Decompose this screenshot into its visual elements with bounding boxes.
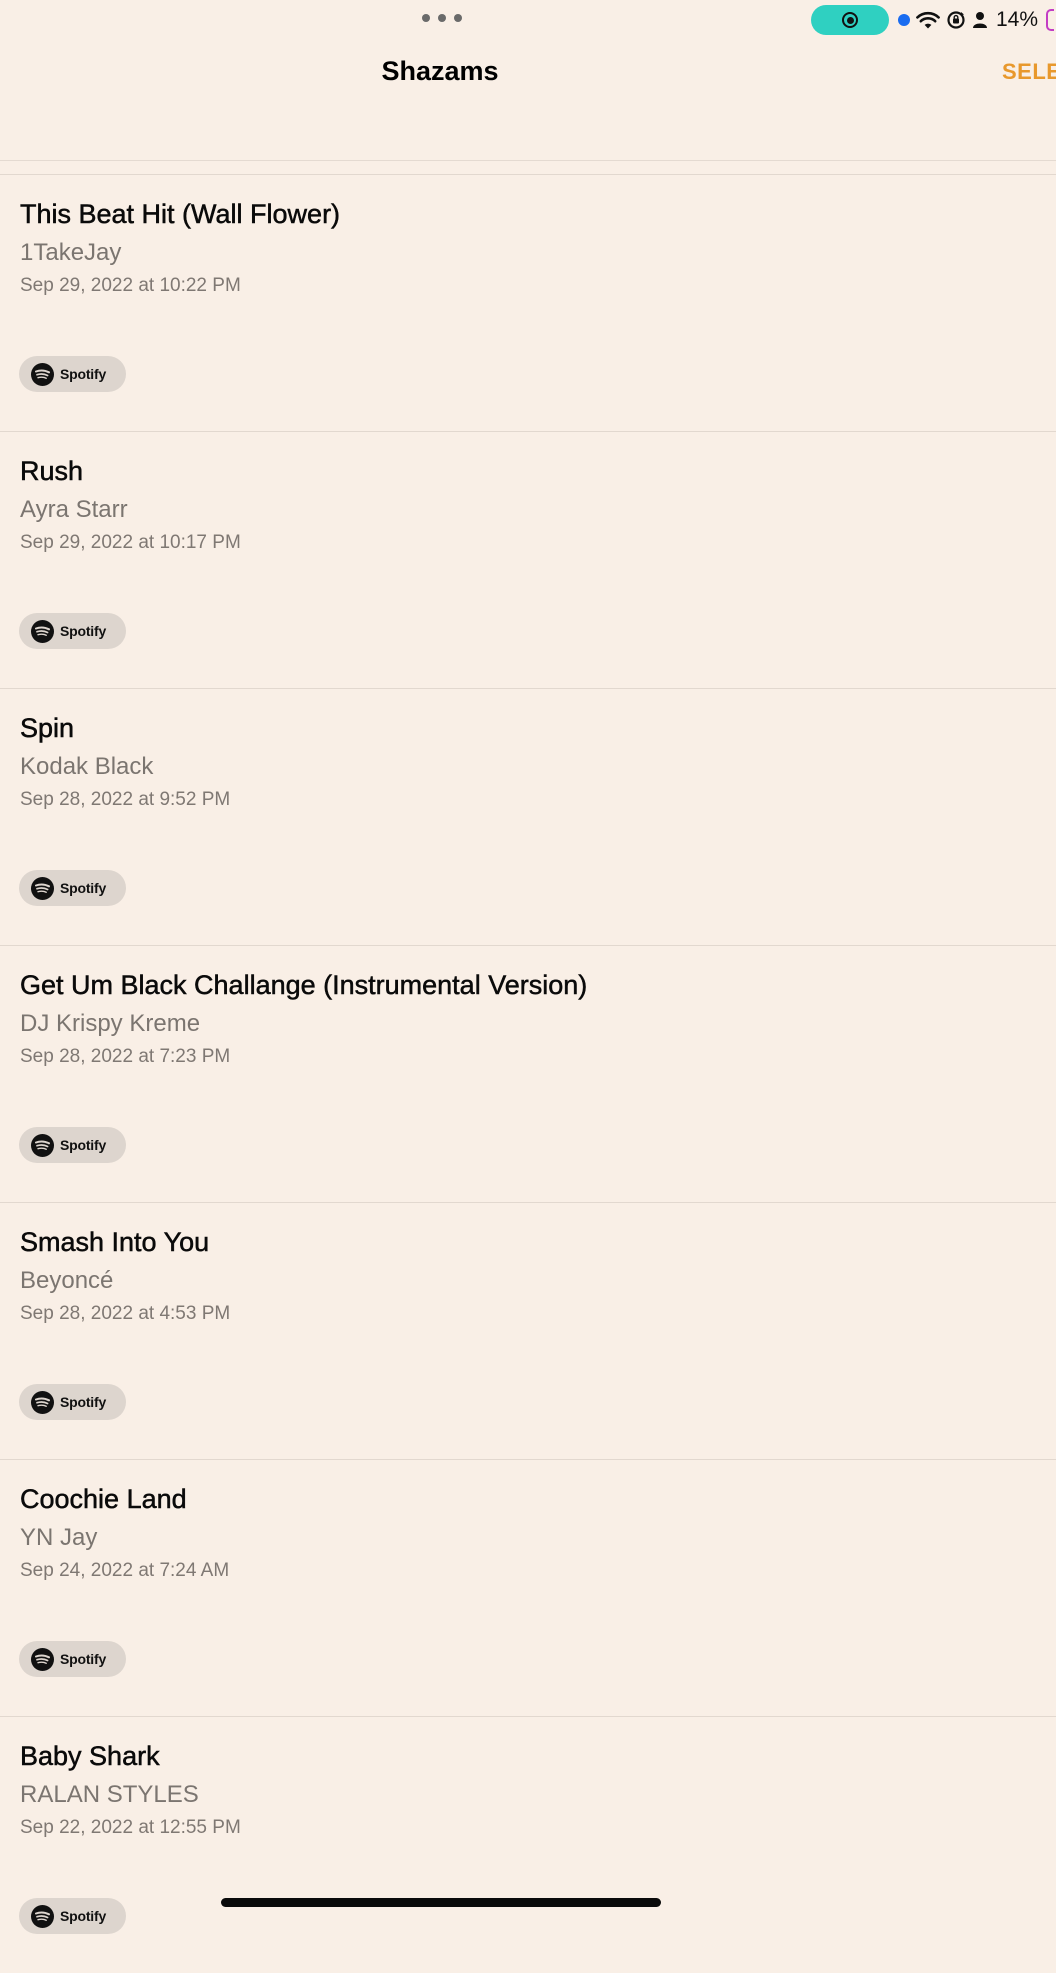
shazam-date: Sep 28, 2022 at 7:23 PM bbox=[20, 1046, 231, 1067]
shazam-date: Sep 29, 2022 at 10:22 PM bbox=[20, 275, 241, 296]
wifi-icon bbox=[916, 10, 940, 30]
select-button[interactable]: SELE bbox=[1002, 59, 1056, 85]
shazam-date: Sep 28, 2022 at 9:52 PM bbox=[20, 789, 231, 810]
song-title: Rush bbox=[20, 456, 84, 487]
shazam-date: Sep 29, 2022 at 10:17 PM bbox=[20, 532, 241, 553]
spotify-label: Spotify bbox=[60, 1137, 107, 1153]
shazam-row[interactable]: Coochie Land YN Jay Sep 24, 2022 at 7:24… bbox=[0, 1459, 1056, 1716]
shazam-row[interactable]: Baby Shark RALAN STYLES Sep 22, 2022 at … bbox=[0, 1716, 1056, 1973]
header-divider bbox=[0, 160, 1056, 161]
song-title: Baby Shark bbox=[20, 1741, 160, 1772]
open-in-spotify-button[interactable]: Spotify bbox=[19, 1384, 126, 1420]
song-title: Smash Into You bbox=[20, 1227, 210, 1258]
location-dot-icon bbox=[898, 14, 910, 26]
screen-record-indicator[interactable] bbox=[811, 5, 889, 35]
spotify-icon bbox=[31, 876, 54, 900]
song-artist: RALAN STYLES bbox=[20, 1781, 199, 1808]
spotify-icon bbox=[31, 1647, 54, 1671]
spotify-label: Spotify bbox=[60, 1651, 107, 1667]
spotify-label: Spotify bbox=[60, 366, 107, 382]
song-title: Spin bbox=[20, 713, 75, 744]
spotify-label: Spotify bbox=[60, 1394, 107, 1410]
song-artist: Beyoncé bbox=[20, 1267, 114, 1294]
shazam-row[interactable]: This Beat Hit (Wall Flower) 1TakeJay Sep… bbox=[0, 174, 1056, 431]
spotify-label: Spotify bbox=[60, 1908, 107, 1924]
song-title: Coochie Land bbox=[20, 1484, 187, 1515]
orientation-lock-icon bbox=[946, 10, 966, 30]
screen-record-icon bbox=[842, 12, 858, 28]
open-in-spotify-button[interactable]: Spotify bbox=[19, 1127, 126, 1163]
song-artist: 1TakeJay bbox=[20, 239, 122, 266]
spotify-icon bbox=[31, 1133, 54, 1157]
open-in-spotify-button[interactable]: Spotify bbox=[19, 613, 126, 649]
song-artist: Ayra Starr bbox=[20, 496, 128, 523]
spotify-icon bbox=[31, 1904, 54, 1928]
status-bar: 14% bbox=[0, 0, 1056, 40]
page-title: Shazams bbox=[381, 56, 499, 86]
song-title: Get Um Black Challange (Instrumental Ver… bbox=[20, 970, 588, 1001]
shazam-row[interactable]: Smash Into You Beyoncé Sep 28, 2022 at 4… bbox=[0, 1202, 1056, 1459]
song-artist: YN Jay bbox=[20, 1524, 98, 1551]
shazam-row[interactable]: Rush Ayra Starr Sep 29, 2022 at 10:17 PM… bbox=[0, 431, 1056, 688]
home-indicator[interactable] bbox=[221, 1898, 661, 1907]
song-artist: Kodak Black bbox=[20, 753, 154, 780]
battery-icon bbox=[1046, 9, 1055, 31]
shazam-row[interactable]: Spin Kodak Black Sep 28, 2022 at 9:52 PM… bbox=[0, 688, 1056, 945]
shazam-date: Sep 24, 2022 at 7:24 AM bbox=[20, 1560, 230, 1581]
open-in-spotify-button[interactable]: Spotify bbox=[19, 1641, 126, 1677]
person-icon bbox=[972, 11, 988, 29]
spotify-icon bbox=[31, 362, 54, 386]
shazam-row[interactable]: Get Um Black Challange (Instrumental Ver… bbox=[0, 945, 1056, 1202]
battery-percent: 14% bbox=[996, 8, 1039, 31]
shazam-date: Sep 22, 2022 at 12:55 PM bbox=[20, 1817, 241, 1838]
spotify-label: Spotify bbox=[60, 623, 107, 639]
open-in-spotify-button[interactable]: Spotify bbox=[19, 1898, 126, 1934]
song-title: This Beat Hit (Wall Flower) bbox=[20, 199, 341, 230]
spotify-label: Spotify bbox=[60, 880, 107, 896]
open-in-spotify-button[interactable]: Spotify bbox=[19, 356, 126, 392]
shazam-date: Sep 28, 2022 at 4:53 PM bbox=[20, 1303, 231, 1324]
spotify-icon bbox=[31, 619, 54, 643]
spotify-icon bbox=[31, 1390, 54, 1414]
multitask-dots-icon[interactable] bbox=[422, 10, 462, 26]
status-icons: 14% bbox=[898, 6, 1055, 34]
song-artist: DJ Krispy Kreme bbox=[20, 1010, 201, 1037]
shazam-list: This Beat Hit (Wall Flower) 1TakeJay Sep… bbox=[0, 174, 1056, 1973]
open-in-spotify-button[interactable]: Spotify bbox=[19, 870, 126, 906]
